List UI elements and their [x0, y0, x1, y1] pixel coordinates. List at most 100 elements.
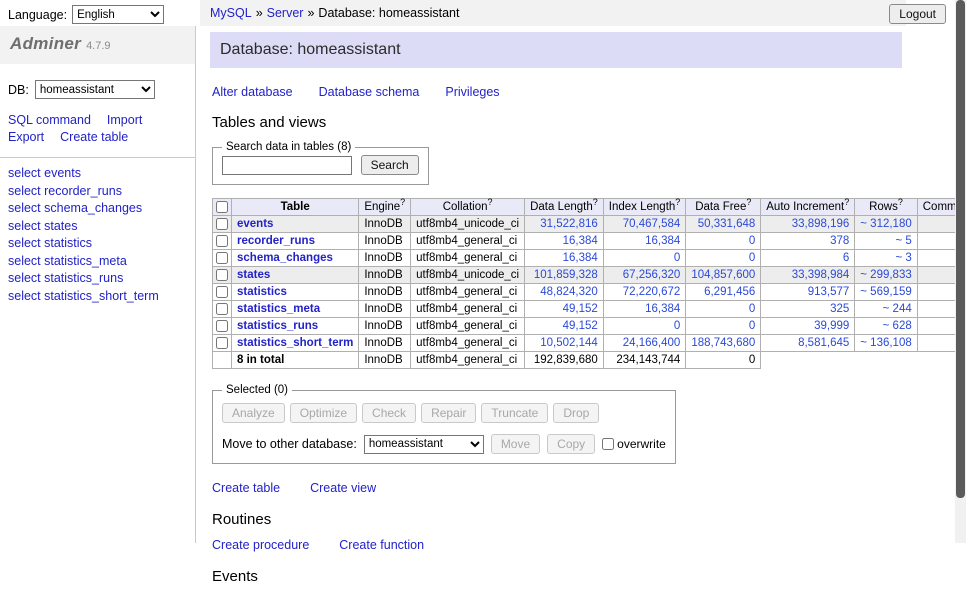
column-header-engine[interactable]: Engine?	[359, 199, 411, 216]
sidebar-link-select-statistics[interactable]: select statistics	[8, 236, 92, 250]
column-header-data-length[interactable]: Data Length?	[525, 199, 604, 216]
help-link[interactable]: ?	[400, 197, 405, 207]
sidebar-link-sql-command[interactable]: SQL command	[8, 113, 91, 127]
overwrite-checkbox[interactable]	[602, 438, 614, 450]
table-link-recorder-runs[interactable]: recorder_runs	[237, 235, 315, 247]
sidebar-link-import[interactable]: Import	[107, 113, 142, 127]
create-procedure-link[interactable]: Create procedure	[212, 538, 309, 552]
optimize-button[interactable]: Optimize	[290, 403, 357, 423]
move-button[interactable]: Move	[491, 434, 540, 454]
data-length-cell: 10,502,144	[525, 335, 604, 352]
rows-count-cell[interactable]: ~ 244	[855, 301, 917, 318]
auto-increment-cell: 8,581,645	[761, 335, 855, 352]
help-link[interactable]: ?	[593, 197, 598, 207]
drop-button[interactable]: Drop	[553, 403, 599, 423]
row-checkbox[interactable]	[216, 337, 228, 349]
sidebar-link-select-events[interactable]: select events	[8, 166, 81, 180]
sidebar-links-row: Export Create table	[8, 130, 187, 144]
row-checkbox[interactable]	[216, 218, 228, 230]
search-button[interactable]: Search	[361, 155, 419, 175]
column-header-auto-increment[interactable]: Auto Increment?	[761, 199, 855, 216]
data-length-cell: 101,859,328	[525, 267, 604, 284]
column-header-collation[interactable]: Collation?	[411, 199, 525, 216]
table-footer-row: 8 in totalInnoDButf8mb4_general_ci192,83…	[213, 352, 966, 369]
help-link[interactable]: ?	[898, 197, 903, 207]
breadcrumb-server-link[interactable]: Server	[267, 6, 304, 20]
help-link[interactable]: ?	[746, 197, 751, 207]
scrollbar-thumb[interactable]	[956, 0, 965, 498]
row-checkbox[interactable]	[216, 303, 228, 315]
search-legend: Search data in tables (8)	[222, 141, 355, 153]
collation-cell: utf8mb4_general_ci	[411, 233, 525, 250]
check-button[interactable]: Check	[362, 403, 416, 423]
create-table-link[interactable]: Create table	[212, 481, 280, 495]
data-free-cell: 188,743,680	[686, 335, 761, 352]
sidebar-table-row: select statistics_meta	[8, 254, 187, 270]
select-all-checkbox[interactable]	[216, 201, 228, 213]
sidebar-link-select-recorder-runs[interactable]: select recorder_runs	[8, 184, 122, 198]
table-row: statesInnoDButf8mb4_unicode_ci101,859,32…	[213, 267, 966, 284]
sidebar-table-links: select events select recorder_runsselect …	[0, 166, 195, 304]
table-link-statistics-runs[interactable]: statistics_runs	[237, 320, 318, 332]
help-link[interactable]: ?	[675, 197, 680, 207]
row-checkbox[interactable]	[216, 286, 228, 298]
column-header-table[interactable]: Table	[232, 199, 359, 216]
rows-count-cell[interactable]: ~ 3	[855, 250, 917, 267]
row-checkbox[interactable]	[216, 320, 228, 332]
sidebar-table-row: select recorder_runs	[8, 184, 187, 200]
row-checkbox[interactable]	[216, 252, 228, 264]
rows-count-cell[interactable]: ~ 299,833	[855, 267, 917, 284]
column-header-index-length[interactable]: Index Length?	[603, 199, 686, 216]
table-link-statistics[interactable]: statistics	[237, 286, 287, 298]
create-function-link[interactable]: Create function	[339, 538, 424, 552]
repair-button[interactable]: Repair	[421, 403, 476, 423]
rows-count-cell[interactable]: ~ 628	[855, 318, 917, 335]
sidebar-link-select-schema-changes[interactable]: select schema_changes	[8, 201, 142, 215]
table-link-schema-changes[interactable]: schema_changes	[237, 252, 333, 264]
data-length-cell: 16,384	[525, 233, 604, 250]
sidebar-link-select-statistics-runs[interactable]: select statistics_runs	[8, 271, 123, 285]
help-link[interactable]: ?	[844, 197, 849, 207]
footer-data-length-cell: 192,839,680	[525, 352, 604, 369]
analyze-button[interactable]: Analyze	[222, 403, 285, 423]
rows-count-cell[interactable]: ~ 136,108	[855, 335, 917, 352]
sidebar-link-create-table[interactable]: Create table	[60, 130, 128, 144]
vertical-scrollbar[interactable]	[955, 0, 966, 543]
move-database-select[interactable]: homeassistant	[364, 435, 484, 454]
row-checkbox[interactable]	[216, 235, 228, 247]
sidebar-table-row: select states	[8, 219, 187, 235]
database-schema-link[interactable]: Database schema	[319, 85, 420, 99]
table-link-statistics-meta[interactable]: statistics_meta	[237, 303, 320, 315]
row-checkbox[interactable]	[216, 269, 228, 281]
column-header-rows[interactable]: Rows?	[855, 199, 917, 216]
truncate-button[interactable]: Truncate	[481, 403, 548, 423]
table-row: statistics_short_termInnoDButf8mb4_gener…	[213, 335, 966, 352]
table-link-states[interactable]: states	[237, 269, 270, 281]
logout-button[interactable]: Logout	[889, 4, 946, 24]
sidebar-link-export[interactable]: Export	[8, 130, 44, 144]
rows-count-cell[interactable]: ~ 5	[855, 233, 917, 250]
row-checkbox-cell	[213, 216, 232, 233]
routine-links: Create procedure Create function	[212, 538, 902, 552]
search-input[interactable]	[222, 156, 352, 175]
sidebar-link-select-statistics-meta[interactable]: select statistics_meta	[8, 254, 127, 268]
alter-database-link[interactable]: Alter database	[212, 85, 293, 99]
breadcrumb-mysql-link[interactable]: MySQL	[210, 6, 252, 20]
sidebar-link-select-states[interactable]: select states	[8, 219, 77, 233]
column-header-data-free[interactable]: Data Free?	[686, 199, 761, 216]
table-row: statisticsInnoDButf8mb4_general_ci48,824…	[213, 284, 966, 301]
privileges-link[interactable]: Privileges	[445, 85, 499, 99]
db-select[interactable]: homeassistant	[35, 80, 155, 99]
sidebar-link-select-statistics-short-term[interactable]: select statistics_short_term	[8, 289, 159, 303]
table-link-events[interactable]: events	[237, 218, 273, 230]
rows-count-cell[interactable]: ~ 312,180	[855, 216, 917, 233]
table-link-statistics-short-term[interactable]: statistics_short_term	[237, 337, 353, 349]
help-link[interactable]: ?	[487, 197, 492, 207]
data-free-cell: 0	[686, 318, 761, 335]
rows-count-cell[interactable]: ~ 569,159	[855, 284, 917, 301]
sidebar-divider	[0, 157, 195, 158]
create-view-link[interactable]: Create view	[310, 481, 376, 495]
copy-button[interactable]: Copy	[547, 434, 595, 454]
language-select[interactable]: English	[72, 5, 164, 24]
breadcrumb: MySQL»Server»Database: homeassistant	[200, 0, 906, 26]
